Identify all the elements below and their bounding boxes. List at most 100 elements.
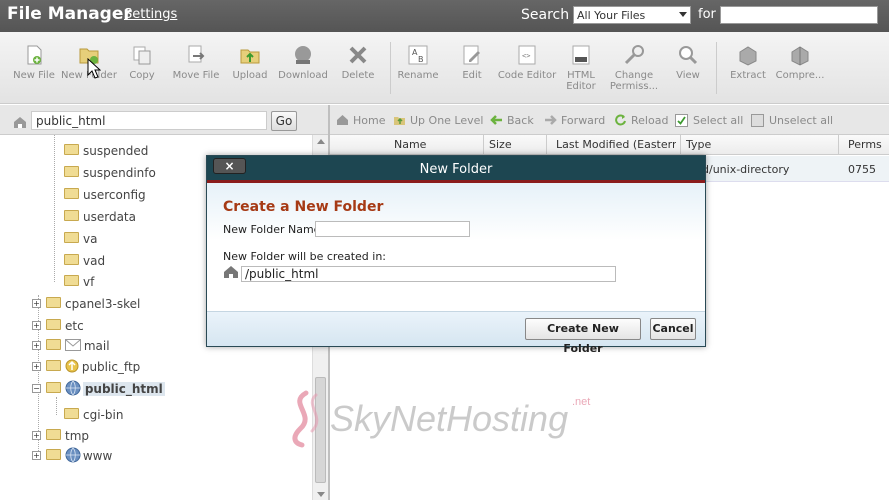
- back-button[interactable]: Back: [490, 114, 534, 127]
- new-folder-dialog: × New Folder Create a New Folder New Fol…: [206, 155, 706, 355]
- expand-plus-icon[interactable]: +: [32, 341, 41, 350]
- tree-item-vf[interactable]: vf: [64, 272, 94, 292]
- search-label: Search: [521, 7, 570, 23]
- open-folder-icon: [46, 382, 61, 393]
- tree-guide-line: [54, 135, 55, 282]
- tree-item-suspendinfo[interactable]: suspendinfo: [64, 163, 156, 183]
- upload-button[interactable]: Upload: [220, 44, 280, 81]
- settings-link[interactable]: Settings: [124, 7, 177, 22]
- tree-item-label: public_html: [82, 382, 165, 396]
- rename-label: Rename: [397, 70, 439, 81]
- home-icon: [337, 115, 348, 125]
- tree-item-label: public_ftp: [81, 360, 141, 374]
- search-scope-select[interactable]: All Your Files: [573, 6, 691, 24]
- column-divider[interactable]: [680, 135, 681, 155]
- location-input[interactable]: /public_html: [241, 266, 616, 282]
- tree-item-label: tmp: [65, 429, 90, 443]
- extract-button[interactable]: Extract: [718, 44, 778, 81]
- copy-button[interactable]: Copy: [112, 44, 172, 81]
- unselect-all-label: Unselect all: [769, 114, 834, 127]
- up-one-level-button[interactable]: Up One Level: [393, 114, 483, 127]
- folder-icon: [46, 360, 61, 371]
- new-folder-name-input[interactable]: [315, 221, 470, 237]
- column-header-perms[interactable]: Perms: [848, 138, 888, 151]
- scroll-up-arrow-icon[interactable]: [317, 139, 325, 144]
- up-one-level-label: Up One Level: [410, 114, 484, 127]
- move-file-button[interactable]: Move File: [166, 44, 226, 81]
- tree-item-label: userconfig: [83, 188, 146, 202]
- go-button[interactable]: Go: [271, 111, 297, 131]
- html-editor-button[interactable]: HTML Editor: [551, 44, 611, 92]
- reload-button[interactable]: Reload: [614, 114, 668, 127]
- folder-icon: [64, 232, 79, 243]
- forward-button[interactable]: Forward: [544, 114, 605, 127]
- scroll-down-arrow-icon[interactable]: [317, 492, 325, 497]
- column-header-size[interactable]: Size: [489, 138, 549, 151]
- select-all-button[interactable]: Select all: [675, 114, 743, 127]
- tree-item-etc[interactable]: + etc: [32, 316, 84, 336]
- expand-plus-icon[interactable]: +: [32, 431, 41, 440]
- compress-button[interactable]: Compre...: [770, 44, 830, 81]
- dialog-footer: Create New Folder Cancel: [207, 311, 705, 355]
- tree-item-public-ftp[interactable]: + public_ftp: [32, 357, 140, 377]
- tree-item-label: suspendinfo: [83, 166, 156, 180]
- folder-icon: [64, 254, 79, 265]
- folder-icon: [46, 449, 61, 460]
- dialog-titlebar[interactable]: × New Folder: [207, 156, 705, 183]
- tree-item-www[interactable]: + www: [32, 446, 112, 466]
- top-header-bar: File Manager Settings Search All Your Fi…: [0, 0, 889, 32]
- new-file-button[interactable]: New File: [4, 44, 64, 81]
- tree-item-vad[interactable]: vad: [64, 251, 105, 271]
- folder-icon: [46, 297, 61, 308]
- home-button[interactable]: Home: [336, 114, 385, 127]
- rename-button[interactable]: AB Rename: [388, 44, 448, 81]
- code-editor-button[interactable]: <> Code Editor: [497, 44, 557, 81]
- column-header-name[interactable]: Name: [394, 138, 484, 151]
- column-divider[interactable]: [838, 135, 839, 155]
- unselect-all-button[interactable]: Unselect all: [751, 114, 833, 127]
- expand-plus-icon[interactable]: +: [32, 299, 41, 308]
- path-input[interactable]: public_html: [31, 111, 267, 130]
- expand-plus-icon[interactable]: +: [32, 451, 41, 460]
- tree-item-userdata[interactable]: userdata: [64, 207, 136, 227]
- tree-item-suspended[interactable]: suspended: [64, 141, 148, 161]
- expand-plus-icon[interactable]: +: [32, 362, 41, 371]
- app-title: File Manager: [7, 4, 132, 24]
- checkbox-checked-icon: [675, 114, 688, 127]
- edit-button[interactable]: Edit: [442, 44, 502, 81]
- collapse-minus-icon[interactable]: −: [32, 384, 41, 393]
- change-permissions-button[interactable]: Change Permiss...: [604, 44, 664, 92]
- view-button[interactable]: View: [658, 44, 718, 81]
- tree-item-public-html[interactable]: − public_html: [32, 379, 165, 399]
- search-scope-value: All Your Files: [577, 9, 646, 22]
- folder-icon: [46, 429, 61, 440]
- column-header-type[interactable]: Type: [686, 138, 826, 151]
- delete-button[interactable]: Delete: [328, 44, 388, 81]
- change-permissions-label: Change Permiss...: [609, 70, 659, 92]
- dialog-title: New Folder: [419, 162, 493, 177]
- column-divider[interactable]: [546, 135, 547, 155]
- create-new-folder-button[interactable]: Create New Folder: [525, 318, 641, 355]
- tree-item-label: userdata: [83, 210, 136, 224]
- search-input[interactable]: [720, 6, 878, 24]
- tree-item-tmp[interactable]: + tmp: [32, 426, 89, 446]
- code-editor-icon: <>: [518, 45, 536, 65]
- view-label: View: [676, 70, 700, 81]
- tree-item-cgi-bin[interactable]: cgi-bin: [64, 405, 123, 425]
- tree-item-cpanel3-skel[interactable]: + cpanel3-skel: [32, 294, 140, 314]
- home-label: Home: [353, 114, 386, 127]
- row-perms: 0755: [848, 163, 876, 176]
- column-divider[interactable]: [483, 135, 484, 155]
- tree-item-label: cgi-bin: [83, 408, 124, 422]
- tree-item-mail[interactable]: + mail: [32, 336, 110, 356]
- folder-icon: [64, 210, 79, 221]
- tree-item-va[interactable]: va: [64, 229, 97, 249]
- column-header-last-modified[interactable]: Last Modified (Eastern Da: [556, 138, 676, 151]
- back-arrow-icon: [490, 115, 502, 125]
- cancel-button[interactable]: Cancel: [650, 318, 696, 340]
- expand-plus-icon[interactable]: +: [32, 321, 41, 330]
- download-label: Download: [278, 70, 328, 81]
- back-label: Back: [507, 114, 534, 127]
- tree-item-userconfig[interactable]: userconfig: [64, 185, 146, 205]
- download-button[interactable]: Download: [273, 44, 333, 81]
